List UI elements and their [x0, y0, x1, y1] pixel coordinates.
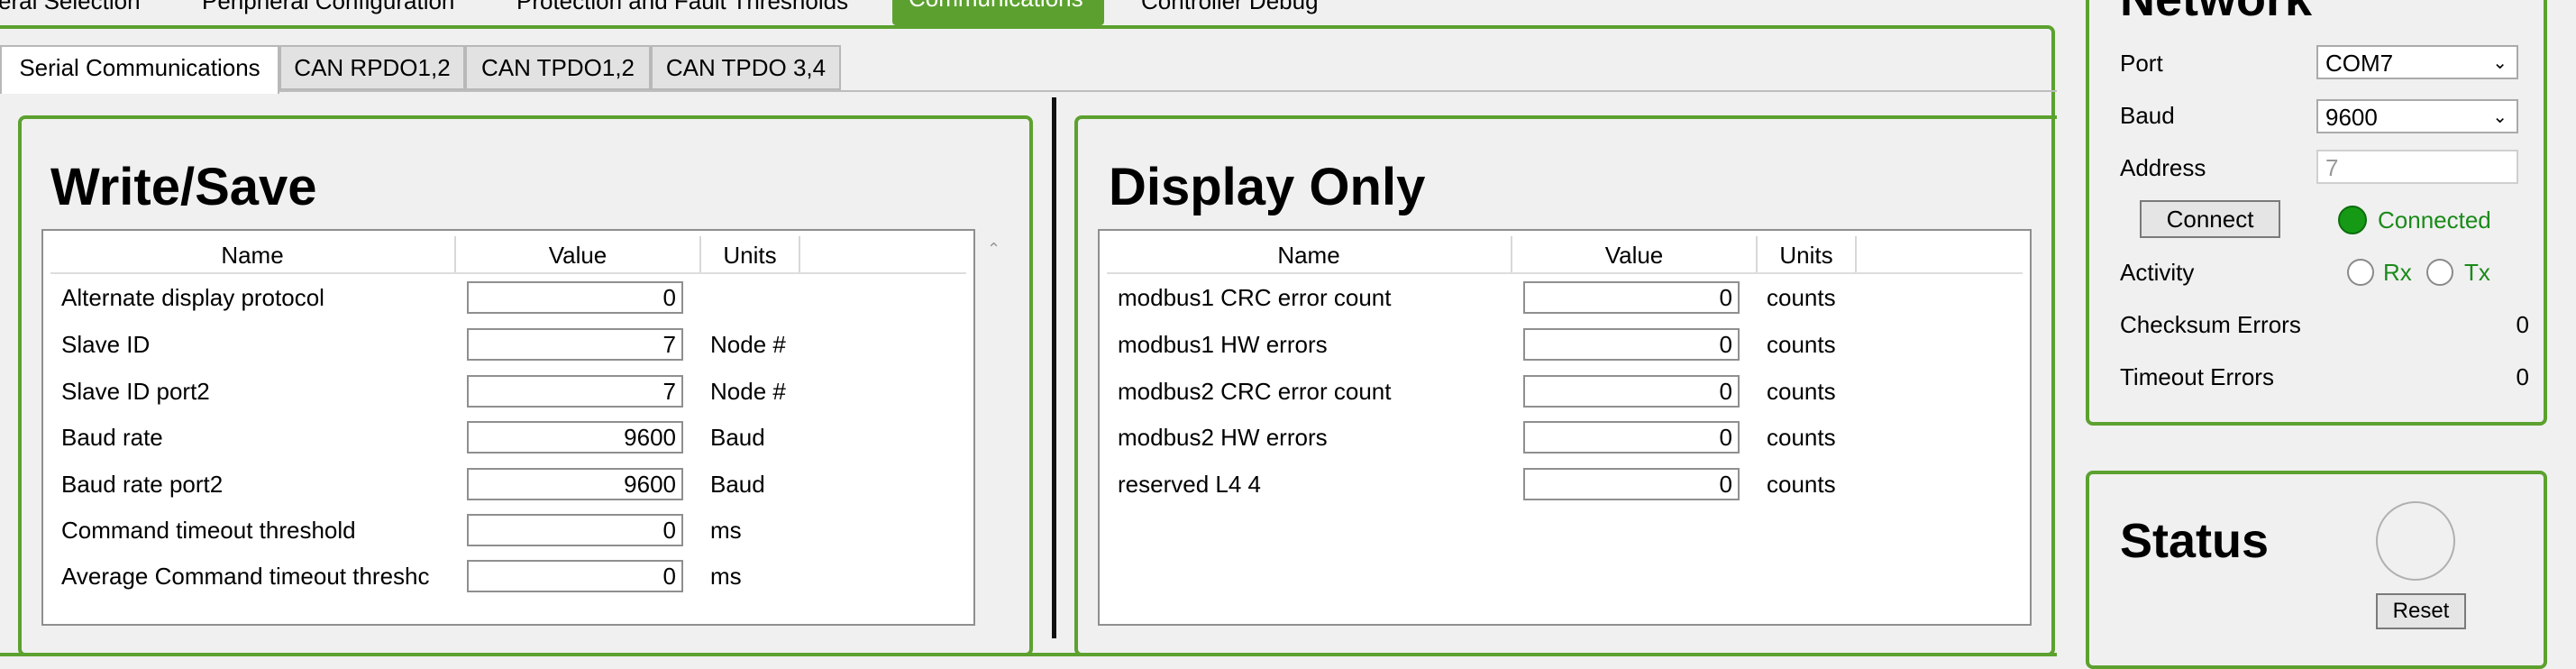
row-units: Node # — [710, 378, 786, 405]
value-readout: 0 — [1523, 281, 1740, 314]
column-separator — [1855, 236, 1857, 272]
tab-label: Protection and Fault Thresholds — [516, 0, 849, 14]
rx-label: Rx — [2383, 259, 2412, 286]
row-name: Slave ID port2 — [61, 378, 210, 405]
panel-splitter[interactable] — [1052, 97, 1056, 638]
tab-serial-communications[interactable]: Serial Communications — [0, 45, 279, 94]
row-name: reserved L4 4 — [1118, 471, 1261, 498]
timeout-errors-value: 0 — [2516, 363, 2529, 390]
value-input[interactable]: 7 — [467, 375, 683, 408]
value-readout: 0 — [1523, 421, 1740, 454]
tab-label: Serial Communications — [19, 54, 260, 81]
tab-protection-fault-thresholds[interactable]: Protection and Fault Thresholds — [516, 0, 848, 23]
row-units: Baud — [710, 424, 765, 451]
tab-can-tpdo12[interactable]: CAN TPDO1,2 — [465, 45, 651, 90]
baud-value: 9600 — [2325, 104, 2378, 131]
column-header-name[interactable]: Name — [1107, 238, 1511, 272]
port-select[interactable]: COM7 ⌄ — [2316, 45, 2518, 79]
status-title: Status — [2120, 514, 2270, 568]
tab-can-rpdo12[interactable]: CAN RPDO1,2 — [279, 45, 465, 90]
row-name: Command timeout threshold — [61, 517, 356, 544]
value-readout: 0 — [1523, 328, 1740, 361]
header-divider — [1107, 272, 2023, 274]
tab-general-selection[interactable]: eral Selection — [0, 0, 141, 23]
row-units: counts — [1767, 284, 1836, 311]
value-input[interactable]: 0 — [467, 281, 683, 314]
connection-status: Connected — [2378, 206, 2491, 234]
row-units: ms — [710, 517, 742, 544]
tab-communications[interactable]: Communications — [892, 0, 1104, 25]
row-name: modbus1 HW errors — [1118, 331, 1328, 358]
tx-label: Tx — [2464, 259, 2490, 286]
chevron-down-icon: ⌄ — [2492, 107, 2507, 127]
row-units: counts — [1767, 331, 1836, 358]
tx-indicator-icon — [2426, 259, 2453, 286]
port-label: Port — [2120, 50, 2163, 77]
row-name: Average Command timeout threshc — [61, 563, 430, 590]
activity-label: Activity — [2120, 259, 2195, 286]
row-name: Slave ID — [61, 331, 151, 358]
value-input[interactable]: 0 — [467, 560, 683, 592]
row-name: modbus2 HW errors — [1118, 424, 1328, 451]
tab-label: CAN TPDO 3,4 — [665, 54, 827, 81]
row-name: Baud rate port2 — [61, 471, 224, 498]
column-header-units[interactable]: Units — [701, 238, 799, 272]
tab-label: CAN TPDO1,2 — [480, 54, 635, 81]
chevron-down-icon: ⌄ — [2492, 53, 2507, 73]
header-divider — [50, 272, 966, 274]
timeout-errors-label: Timeout Errors — [2120, 363, 2274, 390]
row-name: Baud rate — [61, 424, 163, 451]
row-units: counts — [1767, 471, 1836, 498]
column-header-units[interactable]: Units — [1758, 238, 1855, 272]
value-input[interactable]: 7 — [467, 328, 683, 361]
row-name: modbus1 CRC error count — [1118, 284, 1392, 311]
value-readout: 0 — [1523, 468, 1740, 500]
tab-label: Communications — [909, 0, 1083, 10]
tab-can-tpdo34[interactable]: CAN TPDO 3,4 — [651, 45, 841, 90]
reset-button[interactable]: Reset — [2376, 593, 2466, 629]
write-save-title: Write/Save — [50, 158, 317, 216]
baud-label: Baud — [2120, 102, 2175, 129]
value-input[interactable]: 0 — [467, 514, 683, 546]
checksum-errors-label: Checksum Errors — [2120, 311, 2301, 338]
baud-select[interactable]: 9600 ⌄ — [2316, 99, 2518, 133]
address-input[interactable]: 7 — [2316, 150, 2518, 184]
tab-label: Peripheral Configuration — [202, 0, 455, 14]
status-panel — [2086, 471, 2547, 669]
port-value: COM7 — [2325, 50, 2394, 77]
column-header-name[interactable]: Name — [50, 238, 454, 272]
row-name: Alternate display protocol — [61, 284, 324, 311]
connected-indicator-icon — [2338, 206, 2367, 234]
rx-indicator-icon — [2347, 259, 2374, 286]
chevron-up-icon: ⌃ — [987, 240, 1001, 258]
tab-peripheral-configuration[interactable]: Peripheral Configuration — [202, 0, 454, 23]
value-input[interactable]: 9600 — [467, 421, 683, 454]
row-units: ms — [710, 563, 742, 590]
tab-label: Controller Debug — [1141, 0, 1319, 14]
row-units: Baud — [710, 471, 765, 498]
tab-label: eral Selection — [0, 0, 141, 14]
checksum-errors-value: 0 — [2516, 311, 2529, 338]
row-units: Node # — [710, 331, 786, 358]
column-header-value[interactable]: Value — [456, 238, 699, 272]
write-save-scrollbar[interactable]: ⌃ — [981, 231, 1008, 628]
row-name: modbus2 CRC error count — [1118, 378, 1392, 405]
connect-button[interactable]: Connect — [2140, 200, 2280, 238]
value-input[interactable]: 9600 — [467, 468, 683, 500]
address-label: Address — [2120, 154, 2206, 181]
row-units: counts — [1767, 424, 1836, 451]
value-readout: 0 — [1523, 375, 1740, 408]
subtab-divider — [0, 90, 2057, 92]
display-only-title: Display Only — [1109, 158, 1426, 216]
column-header-value[interactable]: Value — [1512, 238, 1756, 272]
network-title: Network — [2120, 0, 2312, 23]
column-separator — [799, 236, 800, 272]
tab-label: CAN RPDO1,2 — [294, 54, 451, 81]
tab-controller-debug[interactable]: Controller Debug — [1141, 0, 1319, 23]
status-indicator-icon — [2376, 501, 2455, 581]
row-units: counts — [1767, 378, 1836, 405]
